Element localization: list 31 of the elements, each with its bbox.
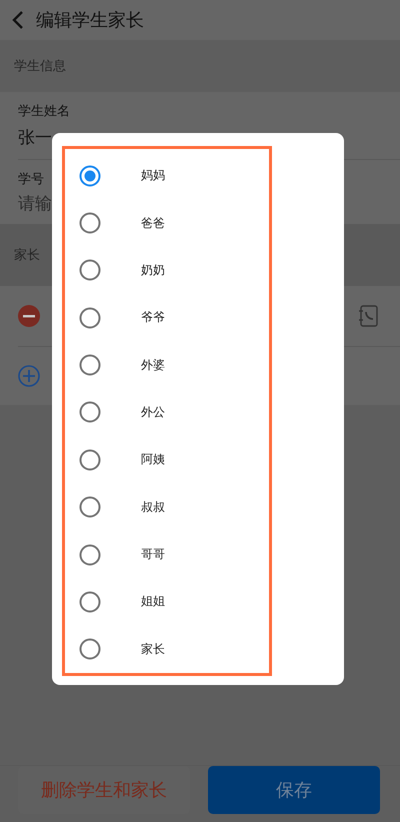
radio-option[interactable]: 姐姐 xyxy=(65,578,269,626)
radio-option[interactable]: 叔叔 xyxy=(65,484,269,531)
radio-option[interactable]: 妈妈 xyxy=(65,152,269,200)
radio-option[interactable]: 阿姨 xyxy=(65,436,269,484)
back-icon[interactable] xyxy=(12,10,24,30)
radio-icon[interactable] xyxy=(79,496,101,518)
radio-option[interactable]: 哥哥 xyxy=(65,530,269,578)
radio-icon[interactable] xyxy=(79,638,101,660)
radio-option[interactable]: 家长 xyxy=(65,626,269,673)
radio-option[interactable]: 外婆 xyxy=(65,341,269,389)
remove-icon[interactable] xyxy=(18,305,40,327)
page-title: 编辑学生家长 xyxy=(36,9,144,32)
radio-option[interactable]: 奶奶 xyxy=(65,246,269,294)
radio-option[interactable]: 爷爷 xyxy=(65,294,269,342)
radio-icon[interactable] xyxy=(79,259,101,282)
field-value: 张一 xyxy=(18,127,52,149)
field-label: 学号 xyxy=(18,171,44,188)
radio-option[interactable]: 爸爸 xyxy=(65,199,269,247)
radio-icon[interactable] xyxy=(79,401,101,424)
radio-icon[interactable] xyxy=(79,164,101,187)
radio-icon[interactable] xyxy=(79,590,101,613)
input-field[interactable]: 请输 xyxy=(18,194,58,214)
radio-option[interactable]: 外公 xyxy=(65,388,269,436)
contact-book-icon[interactable] xyxy=(358,305,378,327)
field-label: 学生姓名 xyxy=(18,103,70,120)
radio-icon[interactable] xyxy=(79,354,101,376)
radio-icon[interactable] xyxy=(79,212,101,234)
radio-icon[interactable] xyxy=(79,306,101,329)
section-title: 学生信息 xyxy=(14,58,66,75)
radio-icon[interactable] xyxy=(79,448,101,471)
radio-icon[interactable] xyxy=(79,544,101,566)
